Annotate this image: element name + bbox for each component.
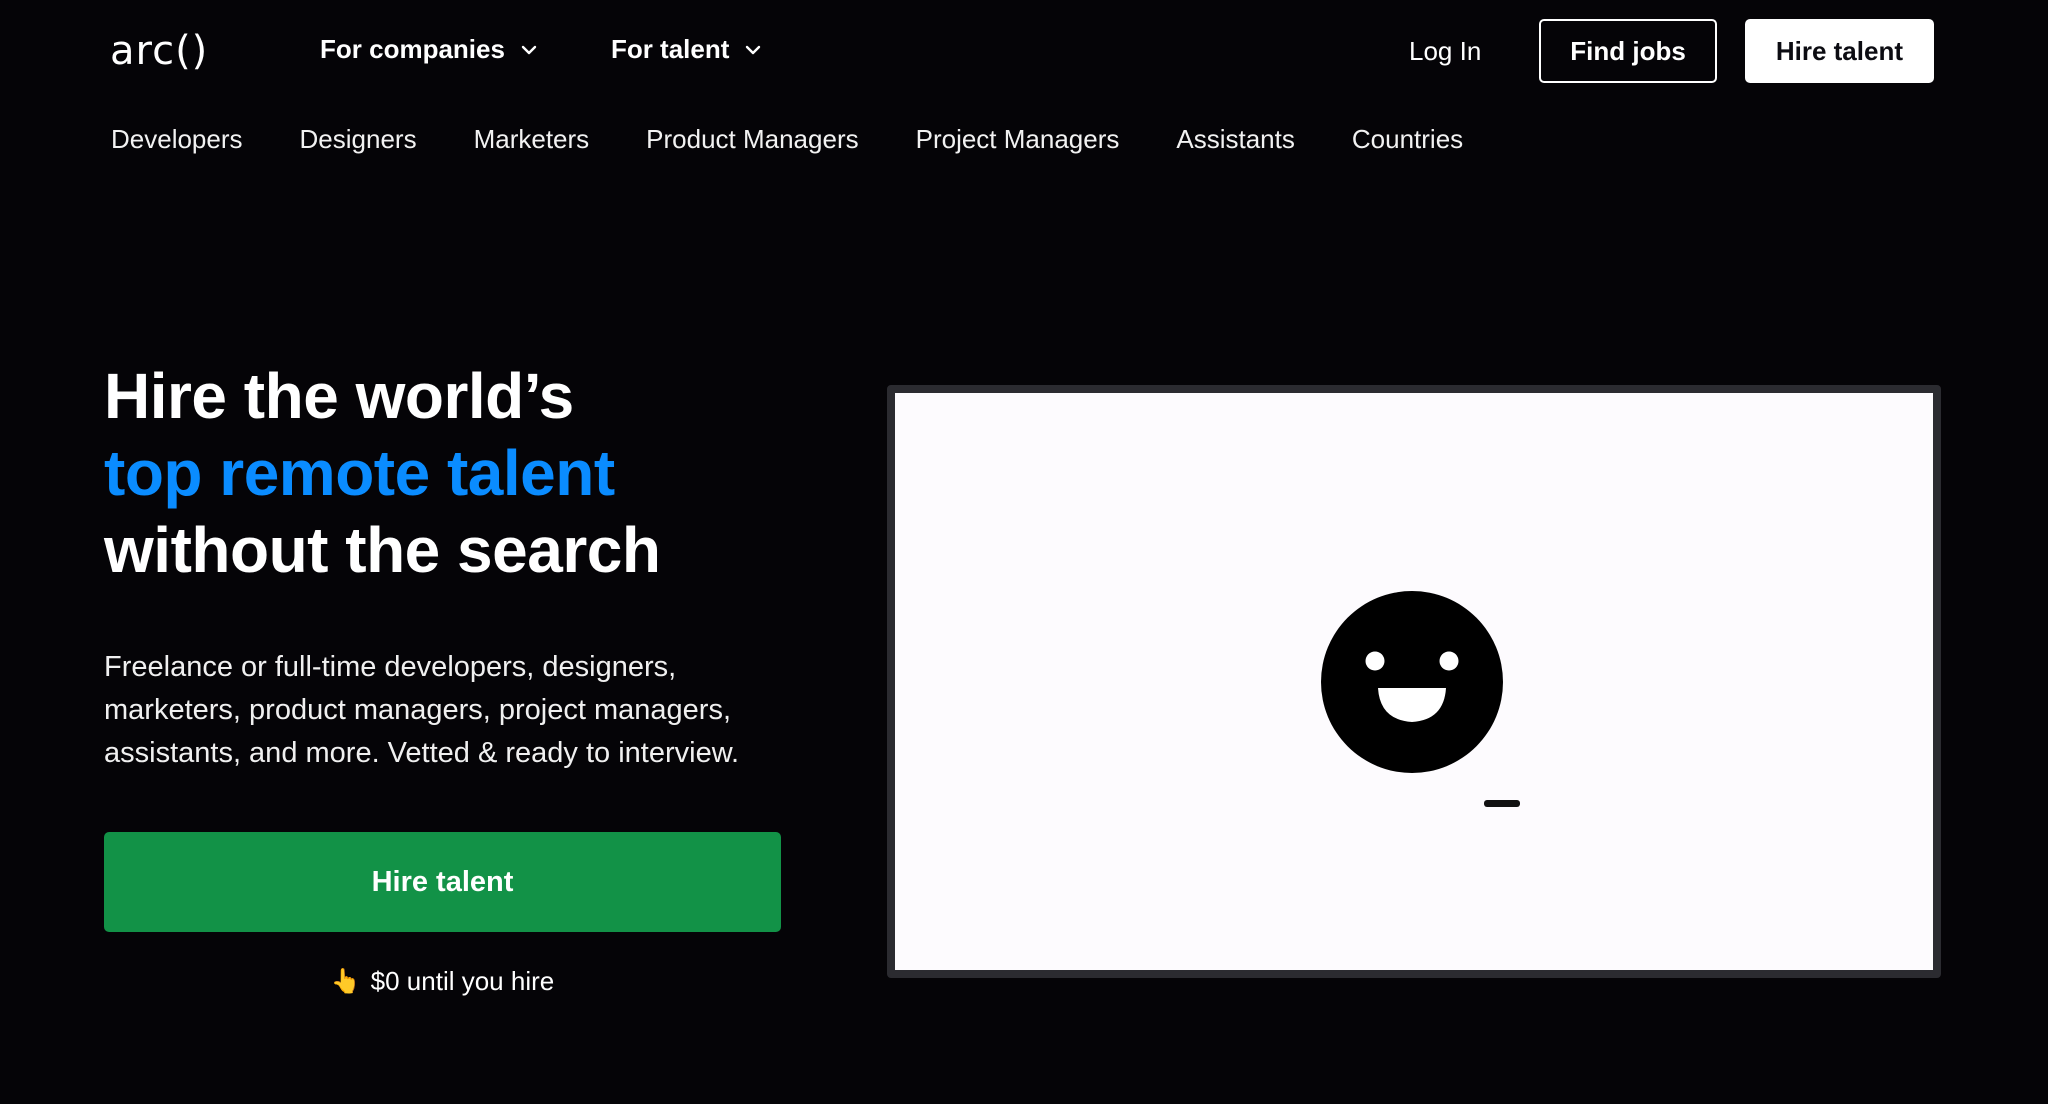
chevron-down-icon — [746, 45, 761, 54]
pricing-note-text: $0 until you hire — [370, 966, 555, 996]
pricing-note: 👆 $0 until you hire — [104, 966, 781, 997]
category-designers[interactable]: Designers — [300, 124, 417, 155]
hero-subtitle: Freelance or full-time developers, desig… — [104, 651, 740, 769]
hero-title-highlight: top remote talent — [104, 437, 615, 509]
login-link[interactable]: Log In — [1409, 36, 1481, 67]
hero-title-line-3: without the search — [104, 514, 661, 586]
top-nav: For companies For talent — [320, 34, 763, 65]
category-product-managers[interactable]: Product Managers — [646, 124, 858, 155]
arc-logo[interactable]: arc() — [110, 28, 208, 74]
category-developers[interactable]: Developers — [111, 124, 243, 155]
category-marketers[interactable]: Marketers — [474, 124, 590, 155]
hero-title-line-1: Hire the world’s — [104, 360, 574, 432]
pointing-hand-icon: 👆 — [330, 968, 361, 995]
category-nav: Developers Designers Marketers Product M… — [111, 124, 1463, 155]
category-project-managers[interactable]: Project Managers — [916, 124, 1120, 155]
for-talent-menu[interactable]: For talent — [611, 34, 763, 65]
text-cursor — [1484, 800, 1520, 807]
auth-actions: Log In Find jobs Hire talent — [1409, 19, 1934, 83]
category-assistants[interactable]: Assistants — [1176, 124, 1295, 155]
chevron-down-icon — [521, 45, 537, 54]
header-hire-talent-button[interactable]: Hire talent — [1744, 19, 1934, 83]
for-companies-menu[interactable]: For companies — [320, 34, 539, 65]
category-countries[interactable]: Countries — [1352, 124, 1463, 155]
smiley-face-icon — [1321, 591, 1503, 773]
find-jobs-button[interactable]: Find jobs — [1539, 19, 1717, 83]
hero-title: Hire the world’s top remote talent witho… — [104, 358, 661, 589]
for-companies-label: For companies — [320, 34, 505, 64]
for-talent-label: For talent — [610, 34, 730, 64]
hero-hire-talent-button[interactable]: Hire talent — [104, 832, 781, 932]
